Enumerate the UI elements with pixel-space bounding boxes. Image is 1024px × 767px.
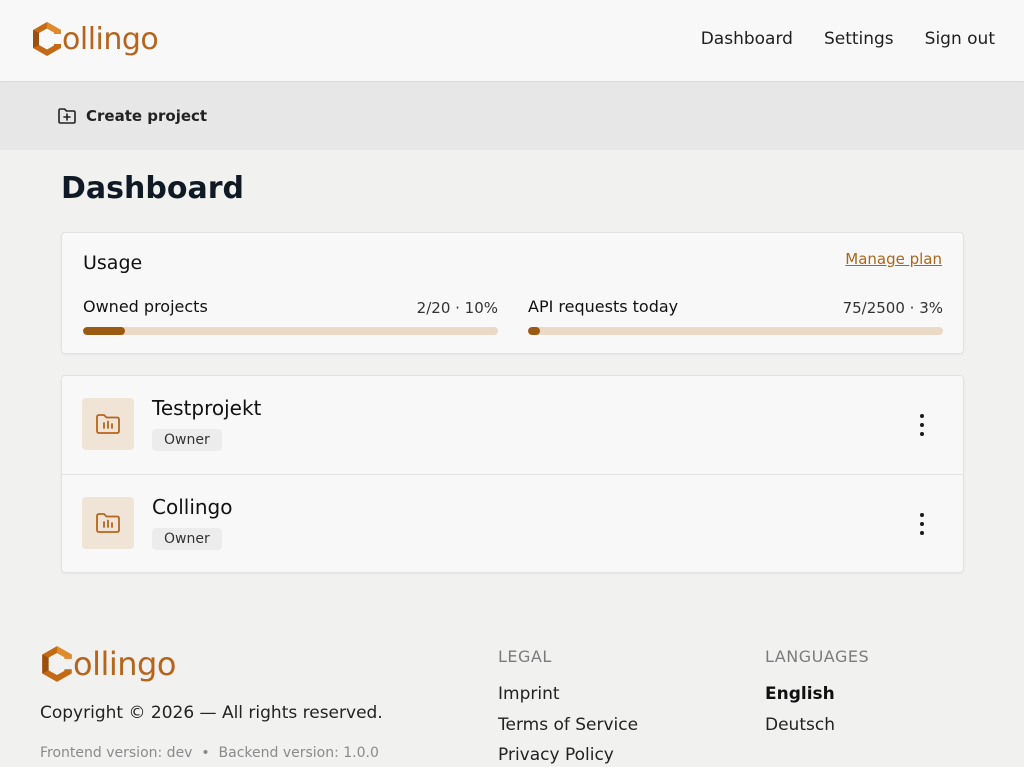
imprint-link[interactable]: Imprint bbox=[498, 679, 638, 710]
nav-dashboard[interactable]: Dashboard bbox=[701, 29, 793, 49]
api-requests-fill bbox=[528, 327, 541, 335]
api-requests-track bbox=[528, 327, 943, 335]
privacy-link[interactable]: Privacy Policy bbox=[498, 740, 638, 767]
more-options-icon[interactable] bbox=[917, 414, 927, 436]
languages-column: LANGUAGES English Deutsch bbox=[765, 647, 869, 740]
language-english[interactable]: English bbox=[765, 679, 869, 710]
owned-projects-track bbox=[83, 327, 498, 335]
brand-name: ollingo bbox=[62, 21, 159, 57]
language-deutsch[interactable]: Deutsch bbox=[765, 710, 869, 741]
api-requests-meter: API requests today 75/2500 · 3% bbox=[528, 297, 943, 335]
manage-plan-link[interactable]: Manage plan bbox=[845, 250, 942, 268]
project-list: Testprojekt Owner Collingo Owner bbox=[61, 375, 964, 573]
copyright-text: Copyright © 2026 — All rights reserved. bbox=[40, 703, 383, 723]
nav-settings[interactable]: Settings bbox=[824, 29, 894, 49]
owned-projects-meter: Owned projects 2/20 · 10% bbox=[83, 297, 498, 335]
page-title: Dashboard bbox=[61, 171, 244, 206]
owned-projects-value: 2/20 · 10% bbox=[416, 299, 498, 317]
brand-logo[interactable]: ollingo bbox=[30, 20, 159, 58]
legal-column: LEGAL Imprint Terms of Service Privacy P… bbox=[498, 647, 638, 767]
project-row[interactable]: Testprojekt Owner bbox=[62, 376, 963, 474]
collingo-logo-icon bbox=[33, 22, 61, 56]
role-badge: Owner bbox=[152, 429, 222, 451]
project-name: Collingo bbox=[152, 495, 233, 519]
usage-card: Usage Manage plan Owned projects 2/20 · … bbox=[61, 232, 964, 354]
footer-logo[interactable]: ollingo bbox=[39, 644, 176, 684]
folder-chart-icon bbox=[96, 513, 120, 533]
main-nav: Dashboard Settings Sign out bbox=[701, 29, 995, 49]
project-icon-box bbox=[82, 398, 134, 450]
folder-plus-icon bbox=[58, 108, 76, 124]
action-toolbar: Create project bbox=[0, 83, 1024, 150]
legal-heading: LEGAL bbox=[498, 647, 552, 666]
create-project-button[interactable]: Create project bbox=[57, 107, 207, 125]
role-badge: Owner bbox=[152, 528, 222, 550]
footer-brand-name: ollingo bbox=[73, 645, 176, 683]
project-icon-box bbox=[82, 497, 134, 549]
project-name: Testprojekt bbox=[152, 396, 262, 420]
api-requests-value: 75/2500 · 3% bbox=[842, 299, 943, 317]
folder-chart-icon bbox=[96, 414, 120, 434]
terms-link[interactable]: Terms of Service bbox=[498, 710, 638, 741]
owned-projects-fill bbox=[83, 327, 125, 335]
create-project-label: Create project bbox=[86, 107, 208, 125]
nav-sign-out[interactable]: Sign out bbox=[925, 29, 995, 49]
collingo-logo-icon bbox=[42, 646, 72, 682]
project-row[interactable]: Collingo Owner bbox=[62, 474, 963, 572]
usage-title: Usage bbox=[83, 252, 143, 274]
version-info: Frontend version: dev • Backend version:… bbox=[40, 745, 379, 761]
top-navbar: ollingo Dashboard Settings Sign out bbox=[0, 0, 1024, 82]
more-options-icon[interactable] bbox=[917, 513, 927, 535]
languages-heading: LANGUAGES bbox=[765, 647, 870, 666]
